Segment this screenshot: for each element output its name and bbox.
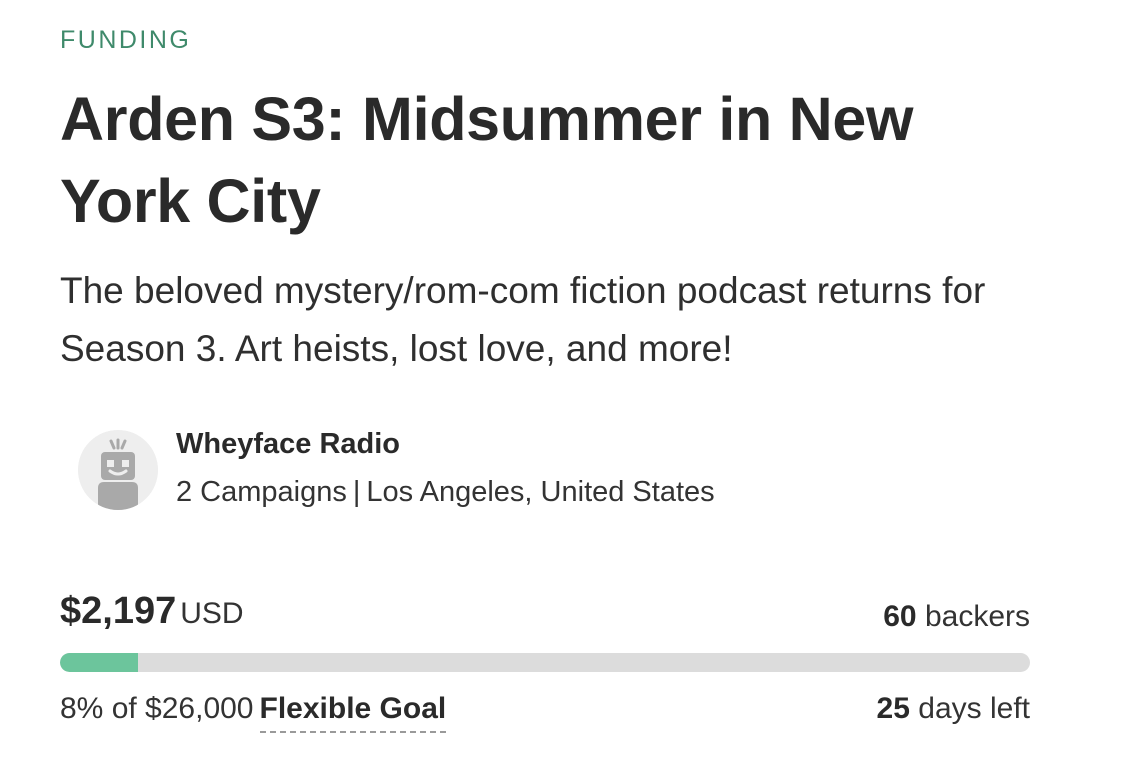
funding-stats: $2,197 USD 60 backers [60, 590, 1030, 634]
creator-location: Los Angeles, United States [366, 476, 715, 508]
campaign-title: Arden S3: Midsummer in New York City [60, 85, 914, 235]
amount-raised: $2,197 USD [60, 590, 244, 633]
funding-progress-bar [60, 653, 1030, 672]
goal-percent-text: 8% of $26,000 [60, 692, 254, 725]
days-label: days left [918, 692, 1030, 725]
days-number: 25 [876, 692, 910, 725]
goal-summary: 8% of $26,000 Flexible Goal [60, 692, 447, 733]
creator-name-link[interactable]: Wheyface Radio [176, 428, 400, 461]
robot-avatar-icon[interactable] [78, 430, 158, 510]
category-label: FUNDING [60, 26, 192, 54]
backers-count: 60 backers [883, 600, 1030, 634]
backers-label: backers [924, 600, 1030, 633]
campaign-blurb: The beloved mystery/rom-com fiction podc… [60, 270, 986, 369]
progress-fill [60, 653, 138, 672]
amount-value: $2,197 [60, 590, 177, 632]
goal-row: 8% of $26,000 Flexible Goal 25 days left [60, 692, 1030, 742]
creator-campaigns-count[interactable]: 2 Campaigns [176, 476, 347, 508]
currency-label: USD [180, 597, 244, 630]
flexible-goal-link[interactable]: Flexible Goal [259, 692, 447, 733]
days-left: 25 days left [877, 692, 1030, 726]
meta-separator: | [352, 476, 361, 508]
creator-card[interactable]: Wheyface Radio 2 Campaigns | Los Angeles, … [78, 428, 978, 512]
backers-number: 60 [883, 600, 917, 633]
creator-meta: 2 Campaigns | Los Angeles, United States [176, 476, 715, 509]
